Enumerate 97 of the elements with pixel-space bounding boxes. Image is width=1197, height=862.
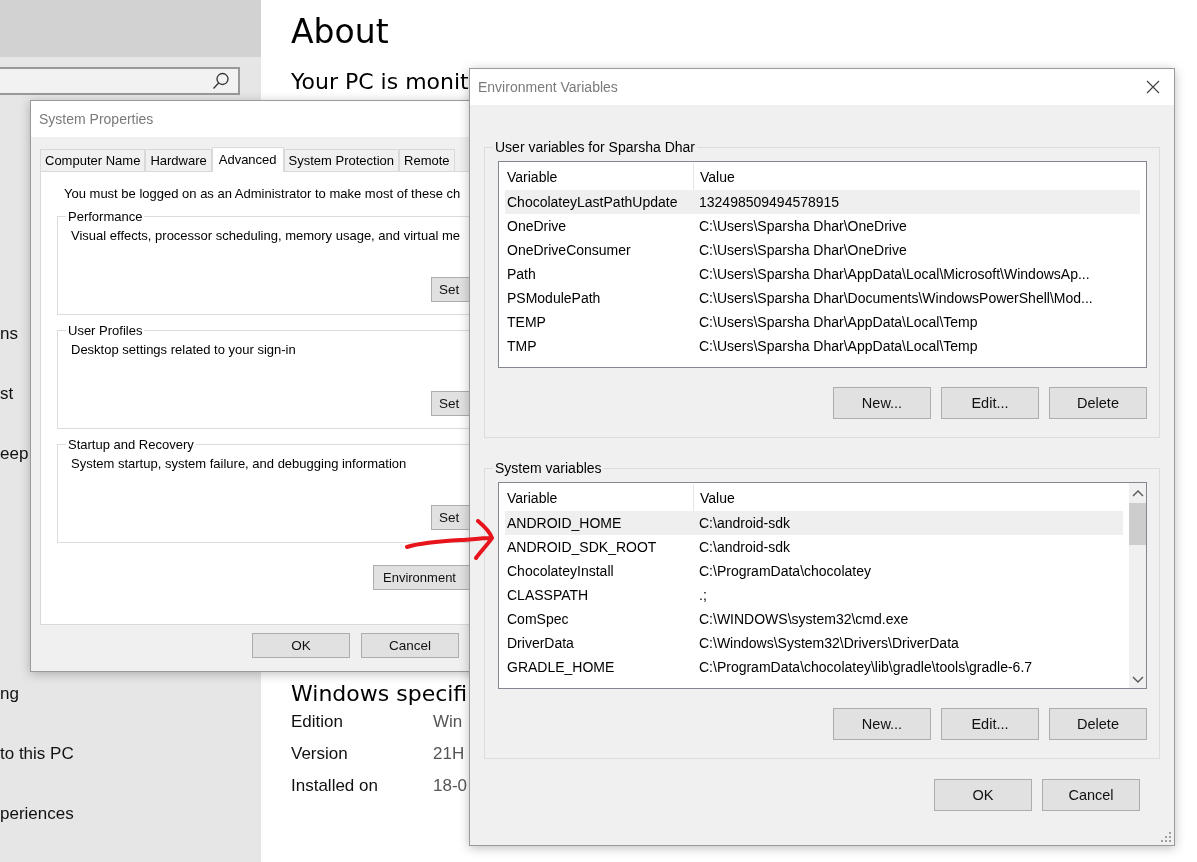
column-header[interactable]: Value bbox=[694, 489, 735, 506]
variable-name: DriverData bbox=[506, 635, 575, 651]
variable-row[interactable]: PSModulePath C:\Users\Sparsha Dhar\Documents\WindowsPowerShell\Mod... bbox=[505, 286, 1140, 310]
variable-value: 132498509494578915 bbox=[698, 194, 840, 210]
settings-button[interactable]: Set bbox=[431, 391, 471, 416]
section-heading: Windows specifi bbox=[291, 681, 468, 706]
variable-value: C:\Windows\System32\Drivers\DriverData bbox=[698, 635, 959, 651]
variable-value: C:\Users\Sparsha Dhar\AppData\Local\Temp bbox=[698, 314, 978, 330]
variable-name: ComSpec bbox=[506, 611, 570, 627]
dialog-button[interactable]: OK bbox=[252, 633, 350, 658]
spec-label: Installed on bbox=[291, 776, 379, 796]
settings-button[interactable]: Set bbox=[431, 277, 471, 302]
search-icon bbox=[212, 71, 230, 90]
group-description: System startup, system failure, and debugging information bbox=[71, 456, 408, 471]
variable-row[interactable]: DriverData C:\Windows\System32\Drivers\DriverData bbox=[505, 631, 1123, 655]
scroll-up-icon[interactable] bbox=[1131, 489, 1144, 497]
sidebar-item[interactable]: ns bbox=[0, 322, 18, 346]
dialog-button[interactable]: OK bbox=[934, 779, 1032, 811]
group-description: Visual effects, processor scheduling, memory usage, and virtual me bbox=[71, 228, 461, 243]
resize-grip-icon[interactable] bbox=[1160, 831, 1172, 843]
tab[interactable]: System Protection bbox=[283, 149, 400, 171]
variable-row[interactable]: CLASSPATH .; bbox=[505, 583, 1123, 607]
variable-row[interactable]: ComSpec C:\WINDOWS\system32\cmd.exe bbox=[505, 607, 1123, 631]
list-button[interactable]: New... bbox=[833, 708, 931, 740]
variable-value: C:\WINDOWS\system32\cmd.exe bbox=[698, 611, 909, 627]
close-icon[interactable] bbox=[1146, 80, 1160, 94]
search-field[interactable] bbox=[0, 66, 240, 95]
variable-name: OneDriveConsumer bbox=[506, 242, 632, 258]
status-heading: Your PC is monit bbox=[291, 69, 469, 94]
environment-variables-button[interactable]: Environment bbox=[373, 565, 469, 590]
variable-value: C:\ProgramData\chocolatey bbox=[698, 563, 871, 579]
sidebar-item[interactable]: periences bbox=[0, 802, 74, 826]
column-header[interactable]: Value bbox=[694, 168, 735, 185]
sidebar-item[interactable]: to this PC bbox=[0, 742, 74, 766]
variable-name: TEMP bbox=[506, 314, 547, 330]
tab[interactable]: Hardware bbox=[145, 149, 212, 171]
variable-name: ChocolateyInstall bbox=[506, 563, 615, 579]
window-title: Environment Variables bbox=[478, 79, 618, 95]
variable-row[interactable]: ANDROID_HOME C:\android-sdk bbox=[505, 511, 1123, 535]
variable-name: ANDROID_SDK_ROOT bbox=[506, 539, 658, 555]
variable-row[interactable]: TMP C:\Users\Sparsha Dhar\AppData\Local\Temp bbox=[505, 334, 1140, 358]
group-title: Performance bbox=[67, 209, 144, 224]
sidebar-item[interactable]: st bbox=[0, 382, 14, 406]
list-button[interactable]: Edit... bbox=[941, 708, 1039, 740]
spec-label: Version bbox=[291, 744, 349, 764]
variable-name: ChocolateyLastPathUpdate bbox=[506, 194, 679, 210]
spec-value: 18-0 bbox=[433, 776, 468, 796]
variable-row[interactable]: ChocolateyInstall C:\ProgramData\chocolatey bbox=[505, 559, 1123, 583]
list-button[interactable]: New... bbox=[833, 387, 931, 419]
variable-name: TMP bbox=[506, 338, 538, 354]
variable-name: PSModulePath bbox=[506, 290, 602, 306]
list-button[interactable]: Delete bbox=[1049, 387, 1147, 419]
variable-name: Path bbox=[506, 266, 537, 282]
variable-name: OneDrive bbox=[506, 218, 568, 234]
variable-value: C:\Users\Sparsha Dhar\OneDrive bbox=[698, 242, 907, 258]
sidebar-item[interactable]: ng bbox=[0, 682, 19, 706]
variable-row[interactable]: ANDROID_SDK_ROOT C:\android-sdk bbox=[505, 535, 1123, 559]
page-title: About bbox=[291, 12, 390, 51]
scroll-thumb[interactable] bbox=[1129, 503, 1146, 545]
variable-name: CLASSPATH bbox=[506, 587, 590, 603]
tab[interactable]: Remote bbox=[399, 149, 455, 171]
list-button[interactable]: Edit... bbox=[941, 387, 1039, 419]
dialog-button[interactable]: Cancel bbox=[361, 633, 459, 658]
variable-value: C:\Users\Sparsha Dhar\OneDrive bbox=[698, 218, 907, 234]
tab[interactable]: Computer Name bbox=[40, 149, 146, 171]
tab[interactable]: Advanced bbox=[211, 147, 284, 172]
spec-label: Edition bbox=[291, 712, 344, 732]
variable-name: GRADLE_HOME bbox=[506, 659, 616, 675]
sidebar-item[interactable]: eep bbox=[0, 442, 29, 466]
notice-text: You must be logged on as an Administrator to make most of these ch bbox=[64, 186, 462, 201]
dialog-button[interactable]: Cancel bbox=[1042, 779, 1140, 811]
variable-value: .; bbox=[698, 587, 707, 603]
settings-button[interactable]: Set bbox=[431, 505, 471, 530]
group-title: User Profiles bbox=[67, 323, 144, 338]
spec-value: Win bbox=[433, 712, 463, 732]
variable-row[interactable]: OneDrive C:\Users\Sparsha Dhar\OneDrive bbox=[505, 214, 1140, 238]
scroll-down-icon[interactable] bbox=[1131, 676, 1144, 684]
variable-row[interactable]: OneDriveConsumer C:\Users\Sparsha Dhar\OneDrive bbox=[505, 238, 1140, 262]
group-title: User variables for Sparsha Dhar bbox=[494, 139, 696, 155]
variable-row[interactable]: Path C:\Users\Sparsha Dhar\AppData\Local\Microsoft\WindowsAp... bbox=[505, 262, 1140, 286]
variable-name: ANDROID_HOME bbox=[506, 515, 623, 531]
scrollbar[interactable] bbox=[1129, 483, 1146, 688]
variable-value: C:\android-sdk bbox=[698, 539, 791, 555]
variable-value: C:\Users\Sparsha Dhar\AppData\Local\Microsoft\WindowsAp... bbox=[698, 266, 1090, 282]
variable-value: C:\Users\Sparsha Dhar\AppData\Local\Temp bbox=[698, 338, 978, 354]
variable-value: C:\Users\Sparsha Dhar\Documents\WindowsPowerShell\Mod... bbox=[698, 290, 1093, 306]
group-title: Startup and Recovery bbox=[67, 437, 195, 452]
group-title: System variables bbox=[494, 460, 603, 476]
variable-row[interactable]: TEMP C:\Users\Sparsha Dhar\AppData\Local\Temp bbox=[505, 310, 1140, 334]
variable-value: C:\android-sdk bbox=[698, 515, 791, 531]
variable-value: C:\ProgramData\chocolatey\lib\gradle\tools\gradle-6.7 bbox=[698, 659, 1033, 675]
variable-row[interactable]: GRADLE_HOME C:\ProgramData\chocolatey\lib\gradle\tools\gradle-6.7 bbox=[505, 655, 1123, 679]
spec-value: 21H bbox=[433, 744, 465, 764]
variable-row[interactable]: ChocolateyLastPathUpdate 132498509494578915 bbox=[505, 190, 1140, 214]
group-description: Desktop settings related to your sign-in bbox=[71, 342, 297, 357]
list-button[interactable]: Delete bbox=[1049, 708, 1147, 740]
window-title: System Properties bbox=[39, 111, 154, 127]
